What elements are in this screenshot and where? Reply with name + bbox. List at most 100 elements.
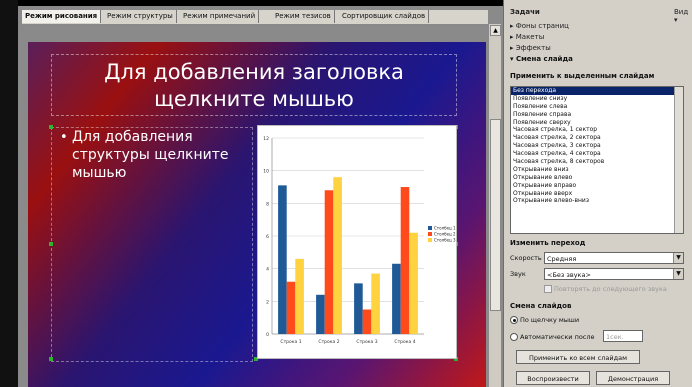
speed-value: Средняя (547, 255, 577, 263)
panel-item-transition[interactable]: ▾ Смена слайда (510, 55, 573, 63)
panel-item-label: Макеты (515, 33, 545, 41)
panel-item-effects[interactable]: ▸ Эффекты (510, 44, 551, 52)
app-window: Режим рисования Режим структуры Режим пр… (0, 0, 692, 387)
outline-text: Для добавления структуры щелкните мышью (72, 129, 229, 181)
tab-outline[interactable]: Режим структуры (104, 10, 177, 23)
outline-placeholder[interactable]: • Для добавления структуры щелкните мышь… (51, 127, 253, 362)
panel-item-label: Эффекты (515, 44, 551, 52)
chart-bar (324, 190, 334, 334)
left-frame (0, 0, 18, 387)
sound-value: <Без звука> (547, 271, 591, 279)
chart-bar (409, 232, 418, 334)
scroll-up-icon[interactable]: ▲ (490, 25, 501, 36)
tab-slide-sorter[interactable]: Сортировщик слайдов (339, 10, 430, 23)
slideshow-button[interactable]: Демонстрация (596, 371, 670, 385)
chart-ytick-label: 6 (266, 234, 269, 240)
chart-bar (392, 263, 401, 334)
view-menu-button[interactable]: Вид ▾ (674, 8, 692, 24)
chart-legend-swatch (428, 226, 432, 230)
chart-legend-label: Столбец 2 (434, 232, 456, 237)
chart-object[interactable]: 0 2 4 6 8 10 12 Строка 1 Строка 2 Строка 3 Строка … (257, 125, 457, 359)
chart-bar (371, 273, 380, 334)
selection-handle[interactable] (49, 242, 53, 246)
chart-bar (278, 185, 287, 334)
chart-ytick-label: 4 (266, 267, 269, 273)
transition-item[interactable]: Появление сверху (511, 119, 683, 127)
transition-item[interactable]: Появление слева (511, 103, 683, 111)
play-button[interactable]: Воспроизвести (516, 371, 590, 385)
repeat-label: Повторять до следующего звука (554, 285, 667, 293)
transition-item[interactable]: Появление снизу (511, 95, 683, 103)
transition-item[interactable]: Открывание влево (511, 174, 683, 182)
panel-item-label: Смена слайда (515, 55, 573, 63)
chart-category-label: Строка 4 (394, 339, 415, 345)
chart-legend-swatch (428, 238, 432, 242)
chart-bar (333, 177, 342, 334)
chart-ytick-label: 8 (266, 201, 269, 207)
chart-bar (295, 258, 304, 334)
chart-ytick-label: 10 (263, 169, 269, 175)
transition-item[interactable]: Открывание вправо (511, 182, 683, 190)
bar-chart: 0 2 4 6 8 10 12 Строка 1 Строка 2 Строка 3 Строка … (263, 136, 456, 345)
auto-radio[interactable] (510, 333, 518, 341)
view-tabs: Режим рисования Режим структуры Режим пр… (22, 10, 488, 25)
selection-handle[interactable] (49, 357, 53, 361)
auto-delay-value: 1сек. (606, 333, 624, 341)
transition-item[interactable]: Часовая стрелка, 1 сектор (511, 126, 683, 134)
chart-ytick-label: 2 (266, 299, 269, 305)
chart-ytick-label: 12 (263, 136, 269, 142)
chart-bar (286, 281, 296, 334)
modify-transition-label: Изменить переход (510, 239, 586, 247)
chevron-down-icon: ▼ (673, 269, 683, 279)
transition-item[interactable]: Открывание вниз (511, 166, 683, 174)
auto-label: Автоматически после (520, 333, 595, 341)
editor-scrollbar[interactable]: ▲ (488, 24, 501, 387)
chart-category-label: Строка 3 (356, 339, 377, 345)
transition-item[interactable]: Часовая стрелка, 2 сектора (511, 134, 683, 142)
panel-item-layouts[interactable]: ▸ Макеты (510, 33, 544, 41)
repeat-checkbox[interactable] (544, 285, 552, 293)
speed-label: Скорость (510, 254, 542, 262)
selection-handle[interactable] (49, 125, 53, 129)
slide[interactable]: Для добавления заголовка щелкните мышью … (28, 42, 486, 387)
tab-drawing[interactable]: Режим рисования (22, 10, 102, 23)
chart-category-label: Строка 2 (318, 339, 339, 345)
speed-select[interactable]: Средняя ▼ (544, 252, 684, 264)
panel-title: Задачи (510, 8, 540, 16)
transition-item[interactable]: Открывание вверх (511, 190, 683, 198)
chart-bar (400, 187, 410, 334)
transition-item[interactable]: Часовая стрелка, 8 секторов (511, 158, 683, 166)
chart-legend-label: Столбец 3 (434, 238, 456, 243)
panel-item-backgrounds[interactable]: ▸ Фоны страниц (510, 22, 569, 30)
sound-label: Звук (510, 270, 526, 278)
transition-item[interactable]: Часовая стрелка, 4 сектора (511, 150, 683, 158)
panel-item-label: Фоны страниц (515, 22, 569, 30)
scroll-thumb[interactable] (490, 119, 501, 311)
on-click-label: По щелчку мыши (520, 316, 580, 324)
title-placeholder[interactable]: Для добавления заголовка щелкните мышью (51, 54, 457, 116)
transition-item[interactable]: Без перехода (511, 87, 683, 95)
on-click-radio[interactable] (510, 316, 518, 324)
transition-item[interactable]: Появление справа (511, 111, 683, 119)
apply-all-button[interactable]: Применить ко всем слайдам (516, 350, 640, 364)
sound-select[interactable]: <Без звука> ▼ (544, 268, 684, 280)
advance-label: Смена слайдов (510, 302, 572, 310)
chart-bar (354, 283, 363, 334)
list-scrollbar[interactable] (674, 87, 683, 233)
slide-title: Для добавления заголовка щелкните мышью (104, 60, 404, 111)
bullet-icon: • (60, 130, 68, 145)
transition-item[interactable]: Открывание влево-вниз (511, 197, 683, 205)
apply-selected-label: Применить к выделенным слайдам (510, 72, 655, 80)
auto-delay-input[interactable]: 1сек. (603, 330, 643, 342)
chart-bar (362, 309, 372, 334)
tab-notes[interactable]: Режим примечаний (180, 10, 260, 23)
chart-category-label: Строка 1 (280, 339, 301, 345)
chart-ytick-label: 0 (266, 332, 269, 338)
tab-handouts[interactable]: Режим тезисов (272, 10, 335, 23)
chart-legend-label: Столбец 1 (434, 226, 456, 231)
transition-item[interactable]: Часовая стрелка, 3 сектора (511, 142, 683, 150)
transition-list[interactable]: Без перехода Появление снизу Появление сле… (510, 86, 684, 234)
chart-legend-swatch (428, 232, 432, 236)
chart-bar (316, 294, 325, 334)
chevron-down-icon: ▼ (673, 253, 683, 263)
